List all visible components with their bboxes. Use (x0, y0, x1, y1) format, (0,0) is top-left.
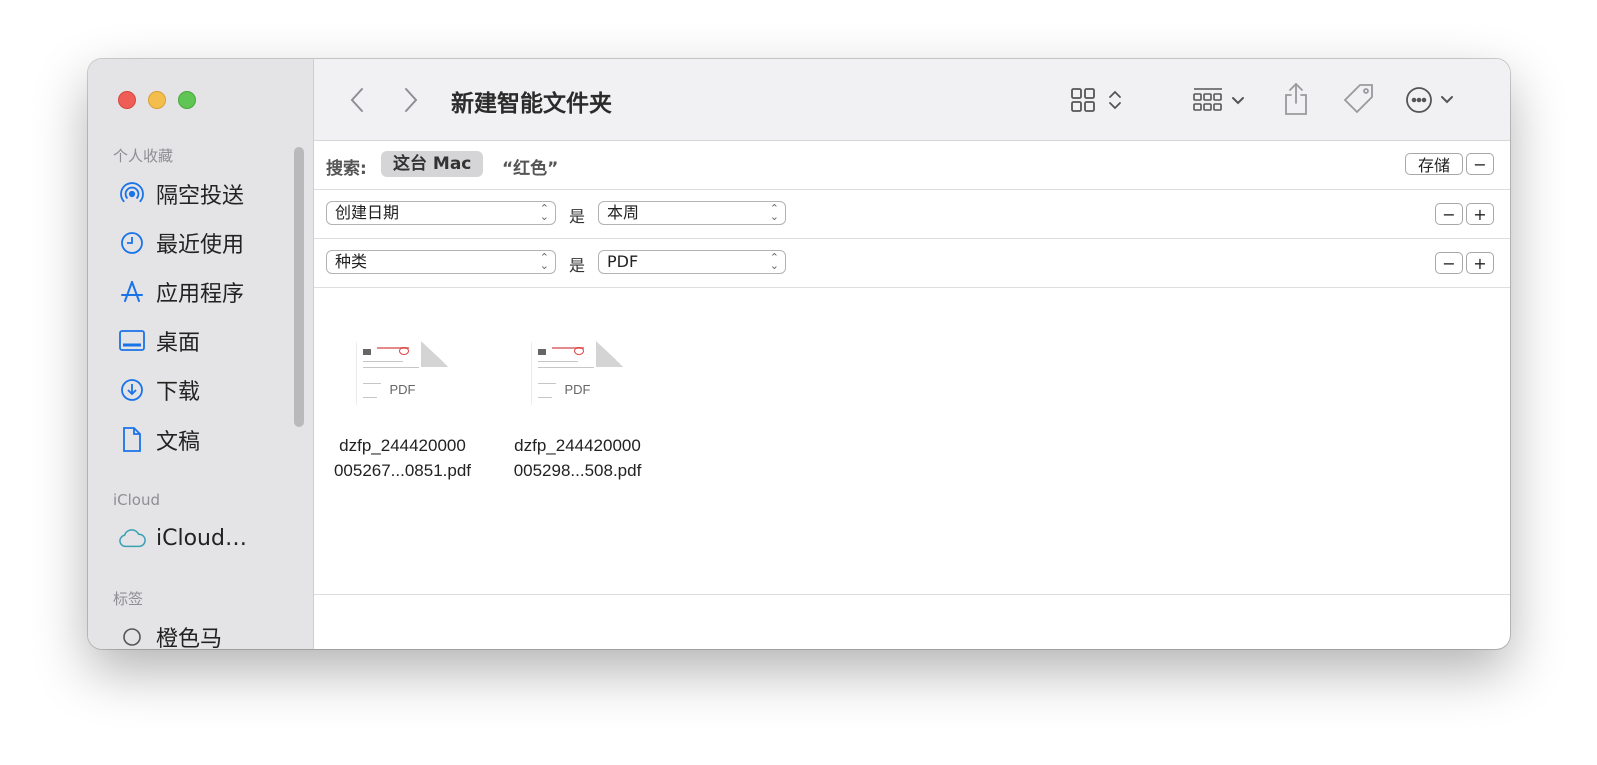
attribute-popup[interactable]: 种类 ⌃ ⌄ (326, 250, 556, 274)
sidebar-item-label: iCloud… (156, 525, 247, 551)
pdf-label: PDF (564, 382, 591, 397)
results-area: PDF dzfp_244420000 005267...0851.pdf PDF… (314, 289, 1510, 595)
sidebar-item-recents[interactable]: 最近使用 (118, 228, 244, 258)
popup-arrows-icon: ⌃ ⌄ (539, 251, 549, 272)
file-name-line: 005267...0851.pdf (333, 461, 472, 480)
sidebar-item-label: 下载 (156, 380, 201, 405)
sidebar-item-applications[interactable]: 应用程序 (118, 277, 244, 307)
chevron-left-icon (350, 88, 363, 112)
more-actions-button[interactable] (1402, 81, 1466, 119)
zoom-window-button[interactable] (178, 91, 196, 109)
attribute-value: 种类 (335, 252, 368, 271)
criteria-row: 种类 ⌃ ⌄ 是 PDF ⌃ ⌄ − + (314, 239, 1510, 288)
add-criteria-button[interactable]: + (1466, 252, 1494, 274)
cloud-icon (118, 524, 146, 552)
sidebar-item-downloads[interactable]: 下载 (118, 375, 200, 405)
tag-button[interactable] (1338, 79, 1378, 119)
search-label: 搜索: (326, 159, 367, 179)
value-popup[interactable]: 本周 ⌃ ⌄ (598, 201, 786, 225)
sidebar-scrollbar[interactable] (294, 147, 304, 427)
sidebar-section-tags: 标签 (113, 590, 144, 608)
minimize-window-button[interactable] (148, 91, 166, 109)
sidebar: 个人收藏 隔空投送 最近使用 应用程序 桌面 下载 文稿 iCloud iClo… (88, 59, 314, 649)
pdf-thumbnail: PDF (531, 341, 624, 405)
attribute-value: 创建日期 (335, 203, 400, 222)
sidebar-item-tag[interactable]: 橙色马 (118, 622, 222, 649)
sidebar-item-label: 应用程序 (156, 282, 245, 307)
remove-search-button[interactable]: − (1466, 153, 1494, 175)
window-controls (118, 91, 196, 109)
file-name-line: 005298...508.pdf (513, 461, 642, 480)
file-item[interactable]: PDF dzfp_244420000 005298...508.pdf (495, 341, 660, 483)
sidebar-section-icloud: iCloud (113, 491, 161, 509)
pdf-thumbnail: PDF (356, 341, 449, 405)
icon-view-grid-icon (1071, 88, 1121, 112)
search-scope-bar: 搜索: 这台 Mac “红色” 存储 − (314, 141, 1510, 190)
sidebar-item-label: 橙色马 (156, 627, 223, 649)
download-icon (118, 376, 146, 404)
forward-button[interactable] (396, 83, 426, 117)
applications-icon (118, 278, 146, 306)
criteria-value: PDF (607, 252, 639, 271)
sidebar-item-icloud-drive[interactable]: iCloud… (118, 523, 247, 553)
scope-this-mac-button[interactable]: 这台 Mac (381, 151, 484, 177)
file-name: dzfp_244420000 005267...0851.pdf (320, 433, 485, 483)
tag-icon (1343, 84, 1373, 114)
sidebar-item-desktop[interactable]: 桌面 (118, 326, 200, 356)
share-button[interactable] (1278, 79, 1314, 119)
close-window-button[interactable] (118, 91, 136, 109)
tag-circle-icon (118, 623, 146, 649)
share-icon (1285, 82, 1307, 115)
sidebar-item-documents[interactable]: 文稿 (118, 425, 200, 455)
operator-label: 是 (569, 256, 586, 275)
toolbar: 新建智能文件夹 (314, 59, 1510, 141)
save-button[interactable]: 存储 (1405, 153, 1463, 175)
popup-arrows-icon: ⌃ ⌄ (539, 202, 549, 223)
file-name: dzfp_244420000 005298...508.pdf (495, 433, 660, 483)
popup-arrows-icon: ⌃ ⌄ (769, 202, 779, 223)
ellipsis-circle-icon (1406, 87, 1453, 113)
pdf-label: PDF (389, 382, 416, 397)
desktop-icon (118, 327, 146, 355)
file-name-line: dzfp_244420000 (514, 436, 641, 455)
group-grid-icon (1193, 88, 1244, 111)
attribute-popup[interactable]: 创建日期 ⌃ ⌄ (326, 201, 556, 225)
sidebar-item-airdrop[interactable]: 隔空投送 (118, 179, 244, 209)
criteria-row: 创建日期 ⌃ ⌄ 是 本周 ⌃ ⌄ − + (314, 190, 1510, 239)
airdrop-icon (118, 180, 146, 208)
remove-criteria-button[interactable]: − (1435, 252, 1463, 274)
sidebar-item-label: 最近使用 (156, 233, 245, 258)
add-criteria-button[interactable]: + (1466, 203, 1494, 225)
value-popup[interactable]: PDF ⌃ ⌄ (598, 250, 786, 274)
sidebar-item-label: 隔空投送 (156, 184, 245, 209)
back-button[interactable] (342, 83, 372, 117)
sidebar-section-favorites: 个人收藏 (113, 147, 174, 165)
sidebar-item-label: 文稿 (156, 430, 201, 455)
scope-folder-button[interactable]: “红色” (502, 154, 558, 179)
remove-criteria-button[interactable]: − (1435, 203, 1463, 225)
file-name-line: dzfp_244420000 (339, 436, 466, 455)
finder-window: 个人收藏 隔空投送 最近使用 应用程序 桌面 下载 文稿 iCloud iClo… (88, 59, 1510, 649)
document-icon (118, 426, 146, 454)
popup-arrows-icon: ⌃ ⌄ (769, 251, 779, 272)
operator-label: 是 (569, 207, 586, 226)
view-mode-button[interactable] (1068, 83, 1132, 117)
criteria-value: 本周 (607, 203, 640, 222)
file-item[interactable]: PDF dzfp_244420000 005267...0851.pdf (320, 341, 485, 483)
group-button[interactable] (1190, 83, 1254, 117)
sidebar-item-label: 桌面 (156, 331, 201, 356)
window-title: 新建智能文件夹 (451, 91, 612, 117)
clock-icon (118, 229, 146, 257)
chevron-right-icon (405, 88, 418, 112)
